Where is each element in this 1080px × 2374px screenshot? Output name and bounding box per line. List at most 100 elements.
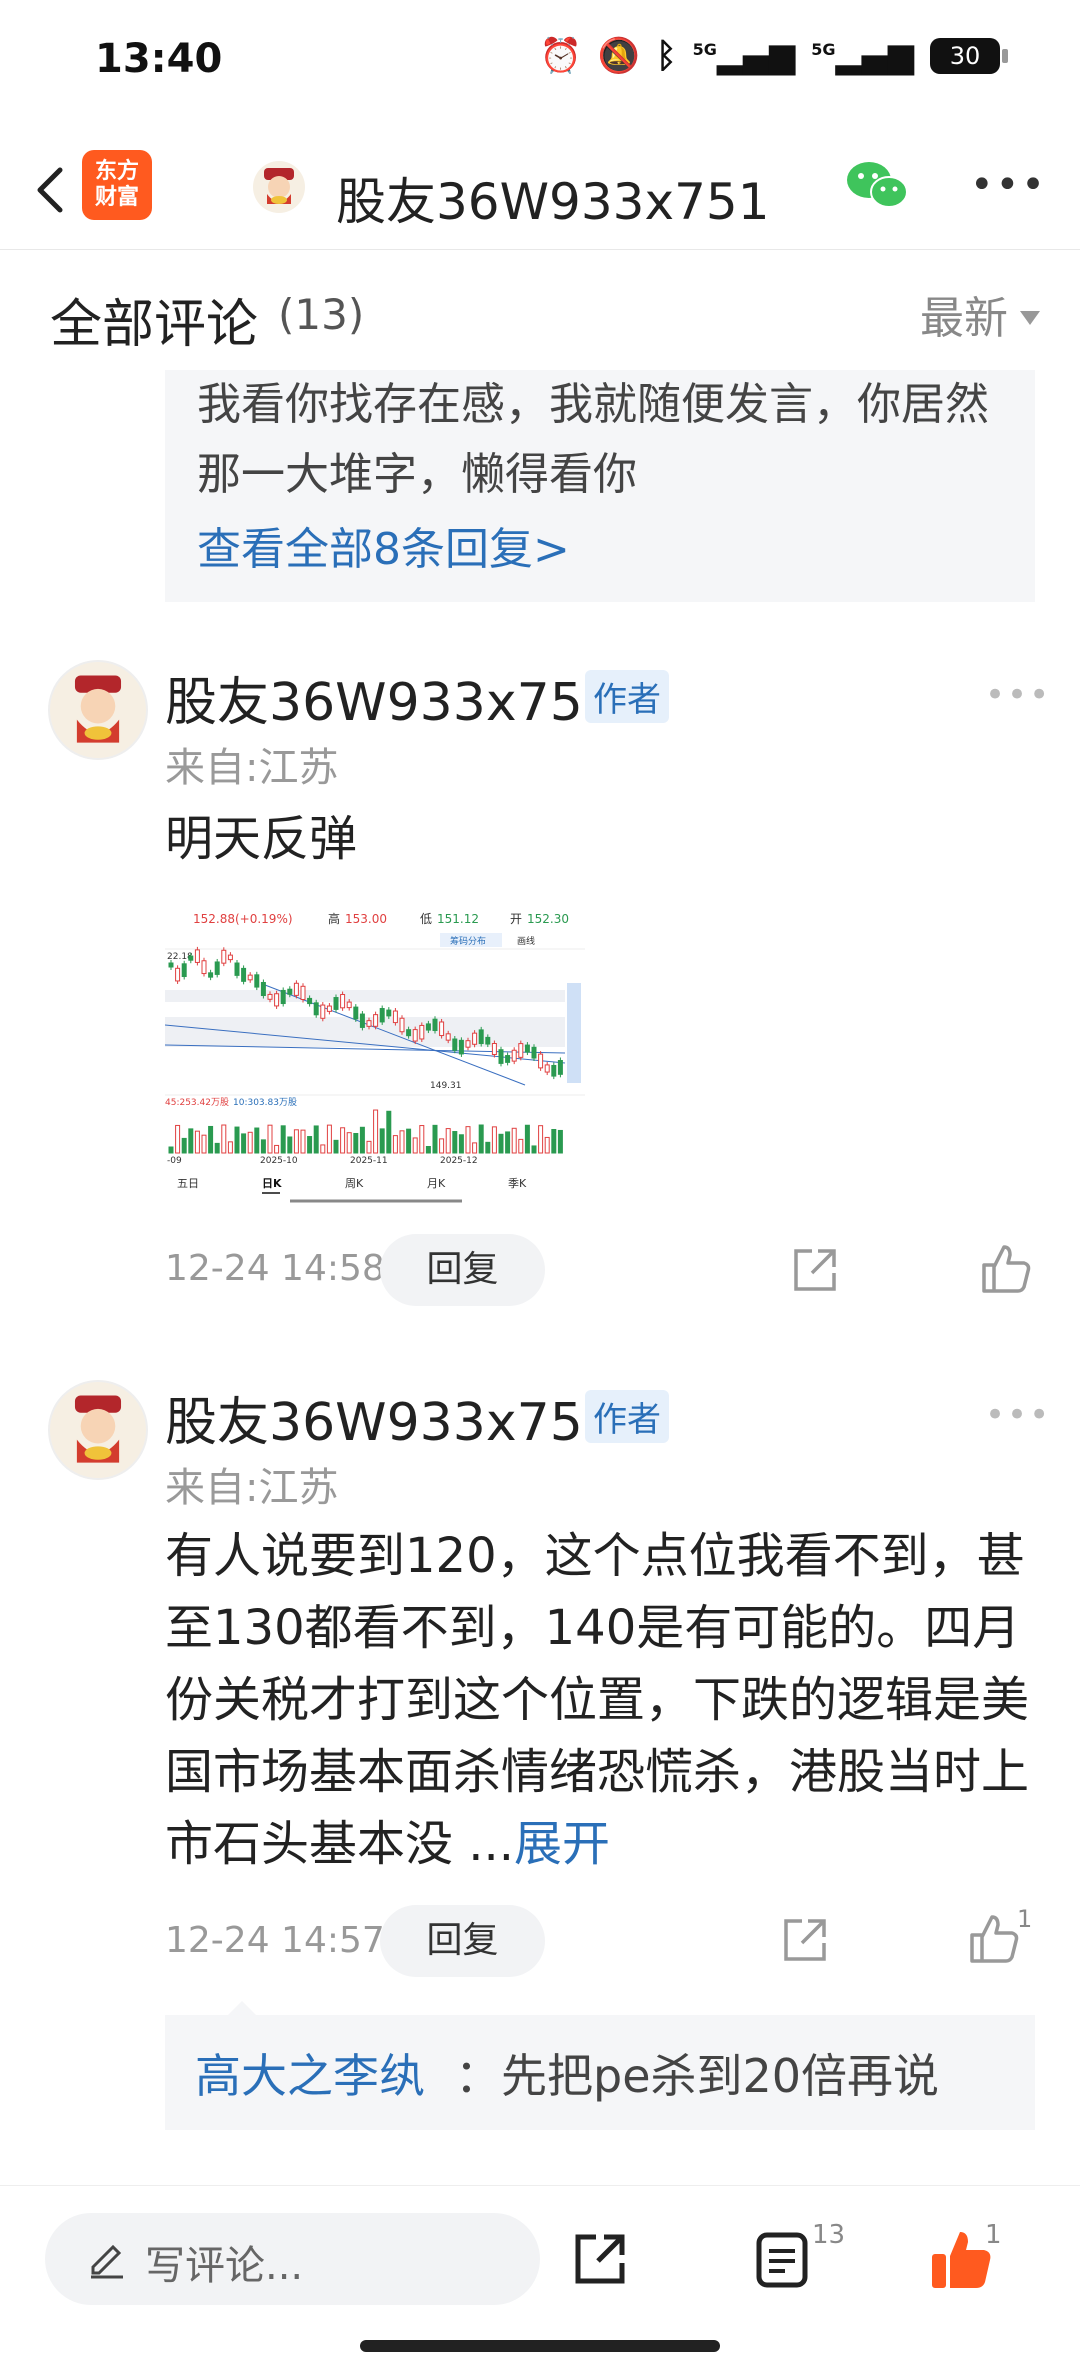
signal-icon-2: 5G▂▄▆ [811,36,914,76]
chart-volume-bar [346,1132,352,1154]
chart-candle [175,967,181,982]
chart-volume-bar [392,1135,398,1154]
chart-candle [214,961,220,975]
comment-author-name[interactable]: 股友36W933x751 [165,1380,616,1455]
chart-candle [491,1043,497,1055]
chart-tab: 日K [262,1177,282,1190]
chart-candle [280,989,286,1005]
chart-candle [485,1036,491,1045]
chart-high: 153.00 [345,912,387,926]
sub-reply-text: ：先把pe杀到20倍再说 [455,2049,940,2103]
comment-author-name[interactable]: 股友36W933x751 [165,660,616,735]
chart-volume-bar [280,1125,286,1154]
chart-volume-bar [293,1129,299,1154]
chart-candle [320,1004,326,1019]
bottom-bar: 写评论... 13 1 [0,2185,1080,2325]
chart-candle [267,993,273,1000]
chart-volume-bar [214,1142,220,1154]
chart-candle [412,1029,418,1042]
chart-volume-bar [485,1141,491,1154]
comments-icon[interactable] [755,2231,809,2289]
logo-line-2: 财富 [94,185,139,210]
share-icon[interactable] [572,2231,628,2287]
view-all-replies-link[interactable]: 查看全部8条回复> [197,513,570,577]
chart-volume-bar [498,1133,504,1154]
chart-date: 2025-11 [350,1156,388,1166]
chart-tab: 季K [508,1177,527,1190]
chart-volume-bar [168,1146,174,1154]
chart-low: 151.12 [437,912,479,926]
chart-candle [359,1013,365,1028]
chart-min-label: 149.31 [430,1081,462,1091]
replies-preview: 我看你找存在感，我就随便发言，你居然那一大堆字，懒得看你 查看全部8条回复> [165,370,1035,602]
chevron-down-icon [1020,311,1040,325]
share-icon[interactable] [780,1915,830,1965]
sort-dropdown[interactable]: 最新 [920,282,1040,346]
chart-candle [439,1021,445,1037]
sort-label: 最新 [920,293,1008,344]
comment-input[interactable]: 写评论... [45,2213,540,2305]
chart-volume-bar [340,1127,346,1154]
chart-vol10-label: 10:303.83万股 [233,1097,297,1108]
share-icon[interactable] [790,1245,840,1295]
chart-candle [168,962,174,968]
home-indicator[interactable] [360,2340,720,2352]
author-badge: 作者 [585,670,669,723]
chart-volume-bar [260,1139,266,1154]
page-title: 股友36W933x751 [336,173,770,231]
chart-open: 152.30 [527,912,569,926]
alarm-icon: ⏰ [539,36,582,76]
reply-button[interactable]: 回复 [380,1905,545,1977]
chart-volume-bar [201,1134,207,1154]
more-icon[interactable]: ••• [985,675,1051,715]
chart-volume-bar [439,1138,445,1154]
chart-candle [241,967,247,982]
chart-candle [452,1038,458,1051]
chart-volume-bar [353,1132,359,1154]
like-icon[interactable] [968,1913,1020,1965]
comment-image-chart[interactable]: 152.88(+0.19%) 高 153.00 低 151.12 开 152.3… [164,905,585,1205]
chart-candle [379,1008,385,1023]
chart-candle [373,1014,379,1027]
avatar[interactable] [48,660,148,760]
chart-candle [478,1029,484,1045]
chart-candle [307,997,313,1005]
chart-volume-bar [373,1109,379,1154]
chart-volume-bar [518,1138,524,1154]
reply-button[interactable]: 回复 [380,1234,545,1306]
expand-link[interactable]: 展开 [514,1816,610,1872]
wechat-icon[interactable] [845,158,909,212]
more-icon[interactable]: ••• [970,165,1047,205]
chart-candle [425,1023,431,1031]
chart-low-label: 低 [420,912,432,926]
sub-reply-author[interactable]: 高大之李纨 [195,2040,425,2106]
chart-candle [366,1020,372,1027]
chart-candle [274,993,280,1007]
chart-candle [353,1006,359,1020]
chart-candle [201,960,207,975]
chart-volume-bar [465,1126,471,1154]
app-logo: 东方 财富 [82,150,152,220]
chart-candle [287,988,293,995]
chart-candle [260,981,266,997]
avatar[interactable] [48,1380,148,1480]
chart-candle [333,997,339,1010]
like-icon[interactable] [980,1243,1032,1295]
chart-candle [458,1039,464,1055]
sub-reply[interactable]: 高大之李纨 ：先把pe杀到20倍再说 [165,2015,1035,2130]
chart-volume-bar [458,1134,464,1154]
back-icon[interactable] [22,160,82,220]
chart-candle [300,985,306,1000]
chart-volume-bar [544,1136,550,1154]
more-icon[interactable]: ••• [985,1395,1051,1435]
chart-volume-bar [274,1144,280,1154]
like-icon[interactable] [930,2228,992,2290]
chart-candle [188,955,194,961]
chart-candle [465,1040,471,1048]
chart-candle [399,1017,405,1033]
chart-candle [340,994,346,1009]
chart-volume-bar [419,1125,425,1154]
chart-candle [234,962,240,976]
chart-candle [194,949,200,963]
chart-volume-bar [551,1128,557,1154]
